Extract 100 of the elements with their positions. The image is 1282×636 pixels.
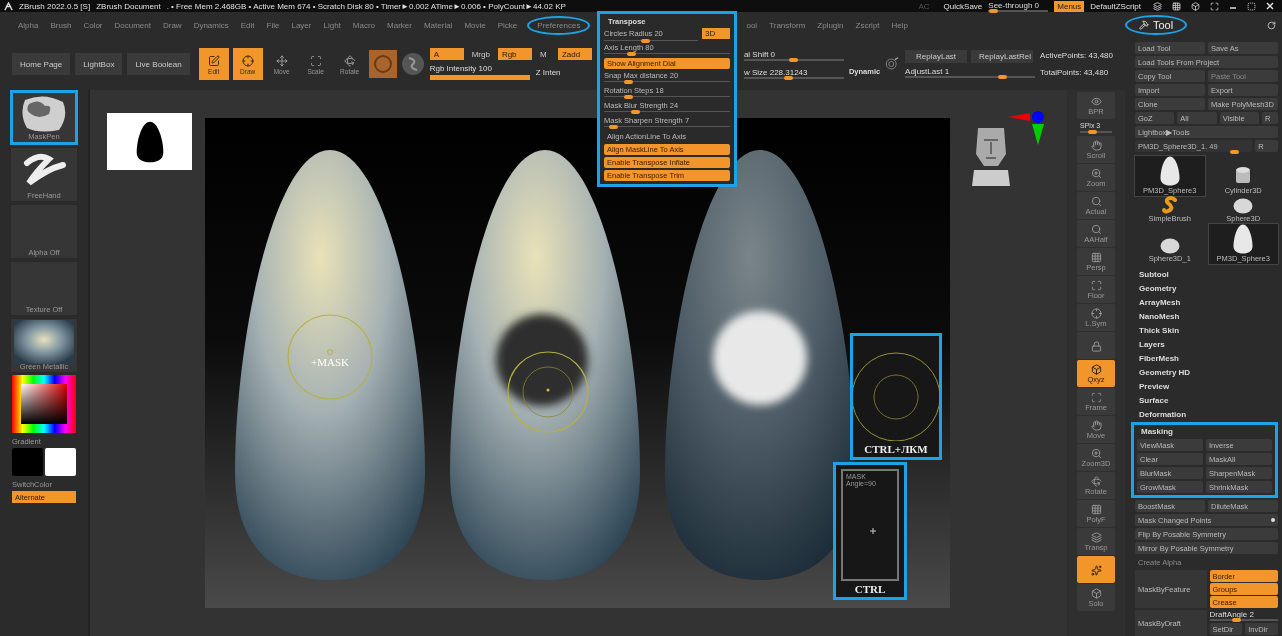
- subpalette-item[interactable]: Layers: [1135, 338, 1278, 350]
- cube-icon[interactable]: [1191, 1, 1200, 11]
- menu-item[interactable]: File: [260, 15, 286, 35]
- crosshair-icon: [1090, 308, 1102, 319]
- menu-item[interactable]: Macro: [346, 15, 382, 35]
- menu-item[interactable]: Light: [317, 15, 347, 35]
- slider-thumb[interactable]: [630, 110, 640, 114]
- subpalette-item[interactable]: Subtool: [1135, 268, 1278, 280]
- subpalette-item[interactable]: Masking: [1137, 425, 1272, 437]
- restore-icon[interactable]: [1247, 1, 1256, 11]
- menu-item[interactable]: Help: [885, 15, 914, 35]
- app-logo-icon: [4, 1, 13, 11]
- slider-thumb[interactable]: [624, 95, 634, 99]
- slider-thumb[interactable]: [989, 8, 999, 13]
- color-mode-button[interactable]: Mrgb: [467, 48, 494, 60]
- menu-item[interactable]: ool: [740, 15, 764, 35]
- subpalette-item[interactable]: Thick Skin: [1135, 324, 1278, 336]
- slider-thumb[interactable]: [609, 125, 619, 129]
- eye-icon: [1090, 96, 1102, 107]
- subpalette-item[interactable]: Geometry: [1135, 282, 1278, 294]
- menu-item[interactable]: Movie: [458, 15, 492, 35]
- menu-item[interactable]: Zscript: [849, 15, 886, 35]
- rgb-intensity-label: Rgb Intensity 100: [429, 64, 493, 73]
- sphere-icon[interactable]: [400, 52, 425, 76]
- shelf-button[interactable]: LightBox: [75, 53, 123, 75]
- slider-track[interactable]: [743, 76, 844, 79]
- menu-item[interactable]: Document: [108, 15, 157, 35]
- subpalette-item[interactable]: Geometry HD: [1135, 366, 1278, 378]
- subpalette-item[interactable]: Deformation: [1135, 408, 1278, 420]
- view-button[interactable]: [1077, 556, 1115, 583]
- menu-item[interactable]: Layer: [285, 15, 318, 35]
- tool-palette-title[interactable]: Tool: [1125, 15, 1188, 35]
- material-button[interactable]: [368, 50, 397, 78]
- color-picker[interactable]: [12, 375, 76, 433]
- color-mode-button[interactable]: A: [429, 48, 464, 60]
- expand-icon[interactable]: [1210, 1, 1219, 11]
- grid-icon[interactable]: [1172, 1, 1181, 11]
- slider-thumb[interactable]: [788, 57, 798, 62]
- cube-icon: [1090, 588, 1102, 599]
- slider-fill[interactable]: [429, 75, 530, 80]
- grid-icon: [1090, 504, 1102, 515]
- color-mode-button[interactable]: Zadd: [557, 48, 592, 60]
- slider-thumb[interactable]: [1229, 150, 1239, 154]
- layers-icon: [1090, 532, 1102, 543]
- replay-button[interactable]: ReplayLast: [905, 50, 968, 63]
- slider-thumb[interactable]: [997, 75, 1007, 79]
- mask-label: +MASK: [311, 356, 349, 368]
- subpalette-item[interactable]: Surface: [1135, 394, 1278, 406]
- menu-item[interactable]: Alpha: [12, 15, 45, 35]
- shelf-button[interactable]: Home Page: [12, 53, 71, 75]
- secondary-color-swatch[interactable]: [45, 448, 76, 476]
- slider-thumb[interactable]: [783, 75, 793, 80]
- menu-item[interactable]: Edit: [234, 15, 261, 35]
- menu-item[interactable]: Draw: [156, 15, 188, 35]
- inset-caption: CTRL+ЛКМ: [864, 442, 928, 457]
- move-icon: [275, 55, 288, 67]
- hand-icon: [1090, 420, 1102, 431]
- menu-item[interactable]: Picke: [491, 15, 524, 35]
- slider-thumb[interactable]: [1231, 618, 1241, 622]
- hammer-icon: [1139, 20, 1149, 30]
- color-mode-button[interactable]: Rgb: [497, 48, 532, 60]
- shelf-button[interactable]: Live Boolean: [127, 53, 190, 75]
- quicksave-button[interactable]: QuickSave: [943, 1, 983, 11]
- slider-thumb[interactable]: [624, 80, 634, 84]
- script-name[interactable]: DefaultZScript: [1090, 1, 1141, 11]
- toggle-dot[interactable]: [1271, 518, 1275, 522]
- main-color-swatch[interactable]: [12, 448, 43, 476]
- plus-icon: [870, 528, 876, 535]
- menu-item[interactable]: Transform: [763, 15, 812, 35]
- subpalette-item[interactable]: FiberMesh: [1135, 352, 1278, 364]
- grid-icon: [1090, 252, 1102, 263]
- adjust-last-label: AdjustLast 1: [905, 67, 951, 76]
- subpalette-item[interactable]: ArrayMesh: [1135, 296, 1278, 308]
- menus-button[interactable]: Menus: [1054, 0, 1085, 12]
- egg-icon: [1158, 156, 1181, 186]
- axis-gizmo-icon[interactable]: [1008, 110, 1046, 146]
- slider-track[interactable]: [743, 58, 844, 61]
- menu-item[interactable]: Brush: [44, 15, 78, 35]
- cube-icon: [1090, 364, 1102, 375]
- slider-thumb[interactable]: [1087, 130, 1097, 134]
- replay-button[interactable]: ReplayLastRel: [971, 50, 1034, 63]
- slider-track[interactable]: [988, 9, 1049, 12]
- color-mode-button[interactable]: M: [535, 48, 554, 60]
- layout-icon[interactable]: [1153, 1, 1162, 11]
- draft-angle-label: DraftAngle 2: [1209, 610, 1255, 619]
- see-through-label: See-through 0: [988, 0, 1040, 10]
- menu-item[interactable]: Preferences: [527, 15, 591, 35]
- menu-item[interactable]: Zplugin: [811, 15, 850, 35]
- menu-item[interactable]: Material: [417, 15, 459, 35]
- slider-thumb[interactable]: [626, 52, 636, 56]
- zoom-icon: [1090, 168, 1102, 179]
- close-icon[interactable]: [1266, 2, 1274, 10]
- menu-item[interactable]: Marker: [381, 15, 418, 35]
- refresh-icon[interactable]: [1267, 20, 1276, 30]
- menu-item[interactable]: Color: [77, 15, 109, 35]
- slider-thumb[interactable]: [641, 39, 651, 43]
- menu-item[interactable]: Dynamics: [187, 15, 235, 35]
- subpalette-item[interactable]: NanoMesh: [1135, 310, 1278, 322]
- subpalette-item[interactable]: Preview: [1135, 380, 1278, 392]
- mode-3d-button[interactable]: 3D: [702, 28, 730, 39]
